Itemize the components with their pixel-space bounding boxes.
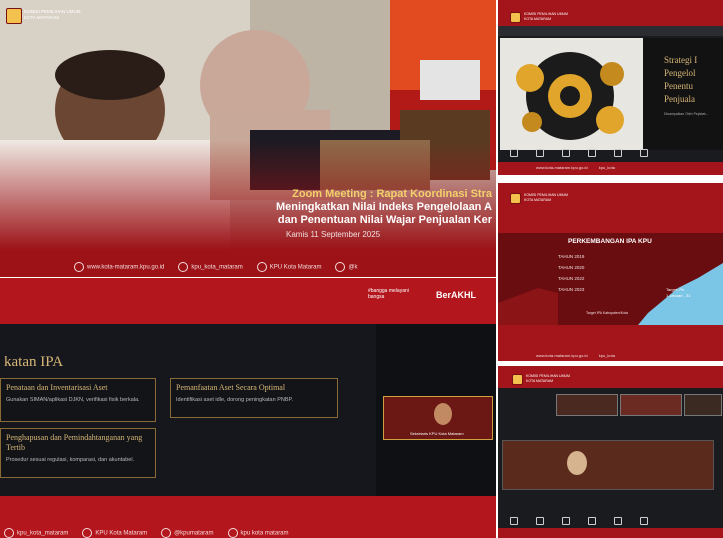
social-bar-top: www.kota-mataram.kpu.go.id kpu_kota_mata… xyxy=(74,262,358,272)
card-desc: Identifikasi aset idle, dorong peningkat… xyxy=(176,397,294,403)
slide-line: Strategi I xyxy=(664,55,698,65)
footer-links: www.kota-mataram.kpu.go.id kpu_kota xyxy=(536,353,615,358)
record-icon[interactable] xyxy=(640,149,648,158)
mic-icon[interactable] xyxy=(510,517,518,526)
ipa-years: TAHUN 2019 TAHUN 2020 TAHUN 2022 TAHUN 2… xyxy=(558,251,584,295)
card-desc: Gunakan SIMAN/aplikasi DJKN, verifikasi … xyxy=(6,397,140,403)
participant-name: Sekretaris KPU Kota Mataram xyxy=(410,431,464,436)
slide-subtitle: Disampaikan Oleh Pejabat... xyxy=(664,112,709,116)
chat-icon[interactable] xyxy=(588,149,596,158)
top-right-panel: KOMISI PEMILIHAN UMUM KOTA MATARAM Strat… xyxy=(498,0,723,175)
chat-icon[interactable] xyxy=(588,517,596,526)
zoom-toolbar-top xyxy=(498,26,723,36)
org-line2: KOTA MATARAM xyxy=(524,197,552,202)
org-line2: KOTA MATARAM xyxy=(526,378,554,383)
bottom-right-panel: KOMISI PEMILIHAN UMUM KOTA MATARAM xyxy=(498,366,723,538)
gears-graphic xyxy=(516,52,624,140)
twitter-link[interactable]: @kpumataram xyxy=(161,528,214,538)
slide-heading: katan IPA xyxy=(4,354,64,370)
participants-icon[interactable] xyxy=(562,149,570,158)
org-line1: KOMISI PEMILIHAN UMUM xyxy=(524,12,568,16)
year-2022: TAHUN 2022 xyxy=(558,276,585,281)
participant-avatar xyxy=(567,451,587,475)
meeting-title: Zoom Meeting : Rapat Koordinasi Stra Men… xyxy=(276,188,492,227)
instagram-link[interactable]: kpu_kota xyxy=(599,165,615,170)
org-line1: KOMISI PEMILIHAN UMUM xyxy=(524,193,568,197)
slide-line: Penjuala xyxy=(664,94,695,104)
social-bar-bottom: kpu_kota_mataram KPU Kota Mataram @kpuma… xyxy=(4,528,289,538)
card-inventory: Penataan dan Inventarisasi Aset Gunakan … xyxy=(0,378,156,422)
facebook-link[interactable]: KPU Kota Mataram xyxy=(256,262,321,272)
kpu-logo-icon xyxy=(510,193,521,204)
org-name: KOMISI PEMILIHAN UMUM KOTA MATARAM xyxy=(24,9,81,21)
kpu-logo-icon xyxy=(510,12,521,23)
mid-right-panel: KOMISI PEMILIHAN UMUM KOTA MATARAM PERKE… xyxy=(498,183,723,361)
org-name: KOMISI PEMILIHAN UMUM KOTA MATARAM xyxy=(524,12,568,21)
share-icon[interactable] xyxy=(614,149,622,158)
mic-icon[interactable] xyxy=(510,149,518,158)
video-tile[interactable] xyxy=(556,394,618,416)
brand-tag: #bangga melayani bangsa xyxy=(368,288,409,300)
title-line1: Zoom Meeting : Rapat Koordinasi Stra xyxy=(292,188,492,200)
share-icon[interactable] xyxy=(614,517,622,526)
instagram-link[interactable]: kpu_kota xyxy=(599,353,615,358)
card-desc: Prosedur sesuai regulasi, komparasi, dan… xyxy=(6,457,135,463)
zoom-window: Strategi I Pengelol Penentu Penjuala Dis… xyxy=(498,26,723,162)
slide-line: Pengelol xyxy=(664,68,696,78)
year-2023: TAHUN 2023 xyxy=(558,287,585,292)
participant-avatar xyxy=(434,403,452,425)
org-line2: KOTA MATARAM xyxy=(524,16,552,21)
website-link[interactable]: www.kota-mataram.kpu.go.id xyxy=(536,353,588,358)
video-tile[interactable] xyxy=(502,440,714,490)
instagram-link[interactable]: kpu_kota_mataram xyxy=(178,262,243,272)
meeting-photo xyxy=(0,0,496,277)
video-icon[interactable] xyxy=(536,149,544,158)
note-line: 1 Januari - 31 xyxy=(666,293,691,298)
year-2020: TAHUN 2020 xyxy=(558,265,585,270)
org-name: KOMISI PEMILIHAN UMUM KOTA MATARAM xyxy=(526,374,570,383)
website-link[interactable]: www.kota-mataram.kpu.go.id xyxy=(536,165,588,170)
title-line3: dan Penentuan Nilai Wajar Penjualan Ker xyxy=(277,214,492,226)
card-utilization: Pemanfaatan Aset Secara Optimal Identifi… xyxy=(170,378,338,418)
youtube-link[interactable]: kpu kota mataram xyxy=(227,528,289,538)
facebook-link[interactable]: KPU Kota Mataram xyxy=(82,528,147,538)
video-tile[interactable] xyxy=(684,394,722,416)
slide-title: Strategi I Pengelol Penentu Penjuala xyxy=(664,54,697,106)
participant-video[interactable]: Sekretaris KPU Kota Mataram xyxy=(383,396,493,440)
slide-line: Penentu xyxy=(664,81,693,91)
org-name: KOMISI PEMILIHAN UMUM KOTA MATARAM xyxy=(524,193,568,202)
card-disposal: Penghapusan dan Pemindahtanganan yang Te… xyxy=(0,428,156,478)
kpu-logo-icon xyxy=(512,374,523,385)
website-link[interactable]: www.kota-mataram.kpu.go.id xyxy=(74,262,164,272)
card-title: Penghapusan dan Pemindahtanganan yang Te… xyxy=(6,433,143,452)
zoom-gallery xyxy=(498,388,723,528)
top-left-panel: KOMISI PEMILIHAN UMUM KOTA MATARAM Zoom … xyxy=(0,0,496,277)
ipa-notes: Target: Pe 1 Januari - 31 xyxy=(666,287,690,299)
org-line1: KOMISI PEMILIHAN UMUM xyxy=(526,374,570,378)
video-tile[interactable] xyxy=(620,394,682,416)
video-icon[interactable] xyxy=(536,517,544,526)
slide-image xyxy=(500,38,643,150)
footer-links: www.kota-mataram.kpu.go.id kpu_kota xyxy=(536,165,615,170)
org-line2: KOTA MATARAM xyxy=(24,15,59,20)
bottom-left-panel: #bangga melayani bangsa BerAKHL katan IP… xyxy=(0,278,496,538)
title-line2: Meningkatkan Nilai Indeks Pengelolaan A xyxy=(276,201,492,213)
meeting-date: Kamis 11 September 2025 xyxy=(286,230,381,239)
kpu-logo-icon xyxy=(6,8,22,24)
participants-icon[interactable] xyxy=(562,517,570,526)
year-2019: TAHUN 2019 xyxy=(558,254,585,259)
instagram-link[interactable]: kpu_kota_mataram xyxy=(4,528,68,538)
twitter-link[interactable]: @k xyxy=(335,262,358,272)
zoom-controls xyxy=(510,149,648,158)
berakhlak-logo: BerAKHL xyxy=(436,290,477,300)
card-title: Pemanfaatan Aset Secara Optimal xyxy=(176,383,286,392)
zoom-controls xyxy=(510,517,648,526)
card-title: Penataan dan Inventarisasi Aset xyxy=(6,383,108,392)
record-icon[interactable] xyxy=(640,517,648,526)
ipa-target: Target IPA Kabupaten/Kota xyxy=(586,311,628,315)
